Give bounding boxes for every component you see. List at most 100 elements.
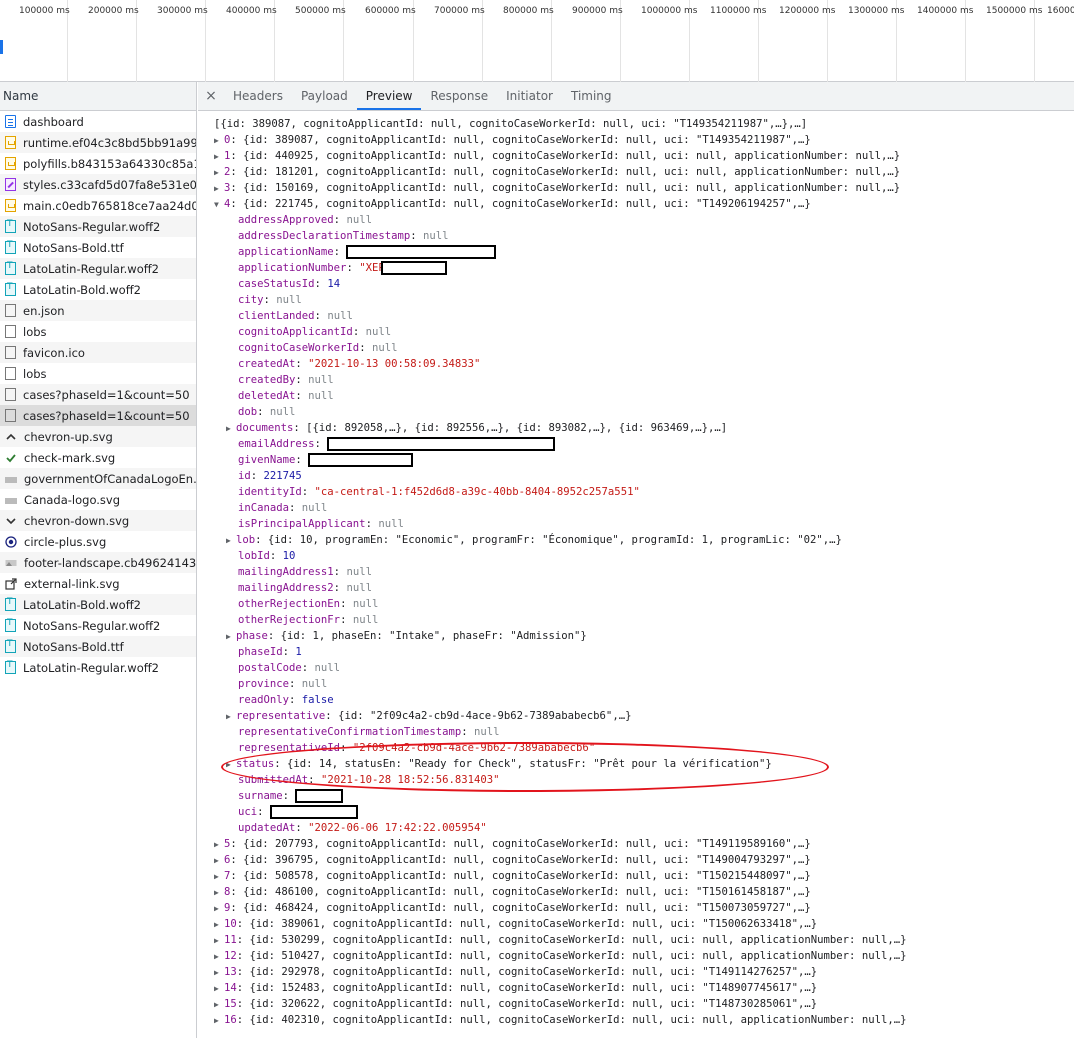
json-array-item[interactable]: ▶ 14: {id: 152483, cognitoApplicantId: nu… — [214, 980, 817, 996]
collapsed-triangle-icon[interactable]: ▶ — [214, 917, 224, 933]
collapsed-triangle-icon[interactable]: ▶ — [214, 949, 224, 965]
request-row[interactable]: cases?phaseId=1&count=50 — [0, 384, 196, 405]
request-row[interactable]: Canada-logo.svg — [0, 489, 196, 510]
collapsed-triangle-icon[interactable]: ▶ — [214, 981, 224, 997]
collapsed-triangle-icon[interactable]: ▶ — [214, 165, 224, 181]
request-row[interactable]: chevron-up.svg — [0, 426, 196, 447]
request-name: chevron-up.svg — [24, 429, 113, 444]
json-root-line[interactable]: [{id: 389087, cognitoApplicantId: null, … — [214, 116, 807, 132]
json-array-item[interactable]: ▶ 9: {id: 468424, cognitoApplicantId: nul… — [214, 900, 811, 916]
details-panel: × Headers Payload Preview Response Initiator… — [198, 82, 1074, 1038]
json-key: readOnly — [238, 694, 290, 706]
tab-response[interactable]: Response — [421, 82, 497, 110]
collapsed-triangle-icon[interactable]: ▶ — [214, 933, 224, 949]
json-array-item[interactable]: ▼ 4: {id: 221745, cognitoApplicantId: nul… — [214, 196, 811, 212]
document-icon — [5, 115, 16, 128]
json-array-item[interactable]: ▶ 8: {id: 486100, cognitoApplicantId: nul… — [214, 884, 811, 900]
json-colon: : — [352, 326, 366, 338]
request-row[interactable]: polyfills.b843153a64330c85a1... — [0, 153, 196, 174]
json-colon: : — [333, 214, 347, 226]
request-row[interactable]: main.c0edb765818ce7aa24d0.js — [0, 195, 196, 216]
json-array-item[interactable]: ▶ 10: {id: 389061, cognitoApplicantId: nu… — [214, 916, 817, 932]
collapsed-triangle-icon[interactable]: ▶ — [226, 709, 236, 725]
request-row[interactable]: circle-plus.svg — [0, 531, 196, 552]
collapsed-triangle-icon[interactable]: ▶ — [214, 901, 224, 917]
json-array-item[interactable]: ▶ 0: {id: 389087, cognitoApplicantId: nul… — [214, 132, 811, 148]
generic-file-icon — [5, 388, 16, 401]
json-key: representative — [236, 710, 326, 722]
collapsed-triangle-icon[interactable]: ▶ — [214, 869, 224, 885]
collapsed-triangle-icon[interactable]: ▶ — [214, 997, 224, 1013]
tab-payload[interactable]: Payload — [292, 82, 357, 110]
json-colon: : — [230, 198, 244, 210]
request-row[interactable]: favicon.ico — [0, 342, 196, 363]
request-row[interactable]: LatoLatin-Regular.woff2 — [0, 258, 196, 279]
collapsed-triangle-icon[interactable]: ▶ — [226, 629, 236, 645]
landscape-image-icon — [5, 557, 17, 569]
collapsed-triangle-icon[interactable]: ▶ — [214, 965, 224, 981]
json-colon: : — [250, 470, 264, 482]
request-row[interactable]: NotoSans-Bold.ttf — [0, 237, 196, 258]
json-array-item[interactable]: ▶ 3: {id: 150169, cognitoApplicantId: nul… — [214, 180, 900, 196]
request-row[interactable]: NotoSans-Regular.woff2 — [0, 615, 196, 636]
json-field-phase[interactable]: ▶ phase: {id: 1, phaseEn: "Intake", phase… — [226, 628, 587, 644]
collapsed-triangle-icon[interactable]: ▶ — [214, 149, 224, 165]
json-colon: : — [325, 710, 339, 722]
json-array-item[interactable]: ▶ 5: {id: 207793, cognitoApplicantId: nul… — [214, 836, 811, 852]
request-row[interactable]: external-link.svg — [0, 573, 196, 594]
close-icon[interactable]: × — [198, 82, 224, 110]
json-array-item[interactable]: ▶ 12: {id: 510427, cognitoApplicantId: nu… — [214, 948, 906, 964]
name-column-header[interactable]: Name — [0, 82, 196, 111]
tab-headers[interactable]: Headers — [224, 82, 292, 110]
collapsed-triangle-icon[interactable]: ▶ — [214, 837, 224, 853]
json-field-status[interactable]: ▶ status: {id: 14, statusEn: "Ready for C… — [226, 756, 772, 772]
json-array-item[interactable]: ▶ 7: {id: 508578, cognitoApplicantId: nul… — [214, 868, 811, 884]
json-array-item[interactable]: ▶ 11: {id: 530299, cognitoApplicantId: nu… — [214, 932, 906, 948]
json-array-item[interactable]: ▶ 1: {id: 440925, cognitoApplicantId: nul… — [214, 148, 900, 164]
request-row[interactable]: LatoLatin-Bold.woff2 — [0, 594, 196, 615]
collapsed-triangle-icon[interactable]: ▶ — [214, 133, 224, 149]
request-row[interactable]: LatoLatin-Bold.woff2 — [0, 279, 196, 300]
request-row[interactable]: styles.c33cafd5d07fa8e531e0.... — [0, 174, 196, 195]
request-row[interactable]: en.json — [0, 300, 196, 321]
json-field-otherRejectionFr: otherRejectionFr: null — [238, 612, 378, 628]
collapsed-triangle-icon[interactable]: ▶ — [214, 1013, 224, 1029]
json-array-item[interactable]: ▶ 15: {id: 320622, cognitoApplicantId: nu… — [214, 996, 817, 1012]
expanded-triangle-icon[interactable]: ▼ — [214, 197, 224, 213]
request-row[interactable]: NotoSans-Bold.ttf — [0, 636, 196, 657]
collapsed-triangle-icon[interactable]: ▶ — [214, 853, 224, 869]
tab-initiator[interactable]: Initiator — [497, 82, 562, 110]
css-file-icon — [5, 178, 16, 191]
json-field-lob[interactable]: ▶ lob: {id: 10, programEn: "Economic", pr… — [226, 532, 842, 548]
request-name: cases?phaseId=1&count=50 — [23, 387, 190, 402]
request-row[interactable]: NotoSans-Regular.woff2 — [0, 216, 196, 237]
collapsed-triangle-icon[interactable]: ▶ — [226, 757, 236, 773]
collapsed-triangle-icon[interactable]: ▶ — [214, 181, 224, 197]
request-row[interactable]: footer-landscape.cb49624143... — [0, 552, 196, 573]
tab-timing[interactable]: Timing — [562, 82, 621, 110]
request-row[interactable]: lobs — [0, 363, 196, 384]
network-timeline[interactable]: 100000 ms 200000 ms 300000 ms 400000 ms 5000… — [0, 0, 1074, 82]
json-field-representative[interactable]: ▶ representative: {id: "2f09c4a2-cb9d-4ac… — [226, 708, 631, 724]
json-array-item[interactable]: ▶ 16: {id: 402310, cognitoApplicantId: nu… — [214, 1012, 906, 1028]
json-array-item[interactable]: ▶ 13: {id: 292978, cognitoApplicantId: nu… — [214, 964, 817, 980]
request-row[interactable]: LatoLatin-Regular.woff2 — [0, 657, 196, 678]
json-colon: : — [289, 678, 302, 690]
collapsed-triangle-icon[interactable]: ▶ — [226, 533, 236, 549]
request-row[interactable]: chevron-down.svg — [0, 510, 196, 531]
request-row[interactable]: lobs — [0, 321, 196, 342]
flag-banner-icon — [5, 498, 17, 504]
collapsed-triangle-icon[interactable]: ▶ — [226, 421, 236, 437]
tab-preview[interactable]: Preview — [356, 82, 422, 110]
request-row[interactable]: dashboard — [0, 111, 196, 132]
request-row[interactable]: cases?phaseId=1&count=50 — [0, 405, 196, 426]
request-row[interactable]: governmentOfCanadaLogoEn.... — [0, 468, 196, 489]
request-row[interactable]: check-mark.svg — [0, 447, 196, 468]
collapsed-triangle-icon[interactable]: ▶ — [214, 885, 224, 901]
request-row[interactable]: runtime.ef04c3c8bd5bb91a99... — [0, 132, 196, 153]
json-field-documents[interactable]: ▶ documents: [{id: 892058,…}, {id: 892556… — [226, 420, 727, 436]
json-field-createdBy: createdBy: null — [238, 372, 334, 388]
json-key: surname — [238, 790, 283, 802]
json-array-item[interactable]: ▶ 2: {id: 181201, cognitoApplicantId: nul… — [214, 164, 900, 180]
json-array-item[interactable]: ▶ 6: {id: 396795, cognitoApplicantId: nul… — [214, 852, 811, 868]
